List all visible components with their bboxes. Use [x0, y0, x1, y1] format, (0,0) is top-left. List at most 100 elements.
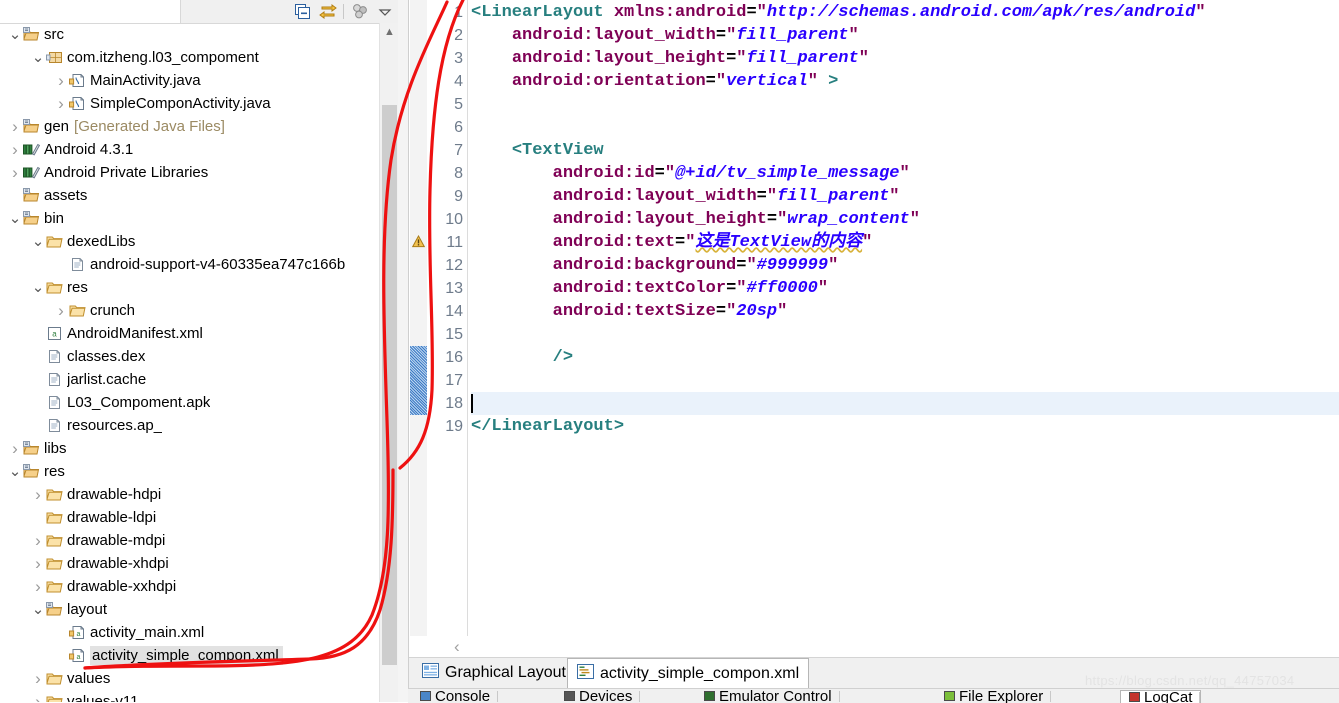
bottom-view-tab-devices[interactable]: Devices	[556, 689, 641, 703]
chevron-right-icon[interactable]: ›	[54, 69, 68, 92]
chevron-right-icon[interactable]: ›	[8, 437, 22, 460]
chevron-down-icon[interactable]: ⌄	[31, 50, 45, 65]
tree-item[interactable]: › Android Private Libraries	[0, 161, 378, 184]
chevron-right-icon[interactable]: ›	[54, 299, 68, 322]
code-token-val: http://schemas.android.com/apk/res/andro…	[766, 3, 1196, 22]
tree-item[interactable]: assets	[0, 184, 378, 207]
code-token-val: #999999	[756, 256, 829, 275]
chevron-down-icon[interactable]: ⌄	[8, 27, 22, 42]
folder-icon	[45, 280, 64, 295]
source-code-text[interactable]: <LinearLayout xmlns:android="http://sche…	[471, 0, 1339, 636]
tree-item[interactable]: › values	[0, 667, 378, 690]
code-line[interactable]: android:orientation="vertical" >	[471, 70, 838, 93]
tree-item[interactable]: › drawable-xxhdpi	[0, 575, 378, 598]
code-line[interactable]: android:layout_width="fill_parent"	[471, 185, 900, 208]
tree-item-label: assets	[44, 187, 88, 204]
bottom-view-tab-logcat[interactable]: LogCat	[1120, 689, 1202, 703]
tree-item-label: src	[44, 26, 64, 43]
code-line[interactable]: android:layout_width="fill_parent"	[471, 24, 859, 47]
tree-item[interactable]: a AndroidManifest.xml	[0, 322, 378, 345]
tree-item[interactable]: L03_Compoment.apk	[0, 391, 378, 414]
tree-item[interactable]: ⌄ res	[0, 276, 378, 299]
tree-item[interactable]: › values-v11	[0, 690, 378, 702]
tab-label: Graphical Layout	[445, 663, 566, 681]
folder-icon	[45, 234, 64, 249]
link-with-editor-icon[interactable]	[318, 2, 337, 21]
chevron-down-icon[interactable]: ⌄	[8, 211, 22, 226]
tree-item[interactable]: › libs	[0, 437, 378, 460]
code-line[interactable]	[471, 392, 1339, 415]
code-line[interactable]: />	[471, 346, 573, 369]
code-area[interactable]: 1 2 3 4 5 6 7 8 9 10 11 12 13 14 15 16 17 18 19 <LinearLay…	[409, 0, 1339, 636]
chevron-right-icon[interactable]: ›	[31, 690, 45, 702]
file-icon	[45, 372, 64, 387]
chevron-down-icon[interactable]: ⌄	[8, 464, 22, 479]
scroll-left-chevron-icon[interactable]: ‹	[454, 638, 460, 655]
tree-item[interactable]: ⌄ dexedLibs	[0, 230, 378, 253]
scrollbar-thumb[interactable]	[382, 105, 397, 665]
code-token-val: wrap_content	[787, 210, 910, 229]
chevron-right-icon[interactable]: ›	[31, 667, 45, 690]
code-line[interactable]: android:background="#999999"	[471, 254, 839, 277]
tree-item[interactable]: jarlist.cache	[0, 368, 378, 391]
tree-item[interactable]: a activity_main.xml	[0, 621, 378, 644]
code-token-qt: "	[848, 26, 859, 45]
tree-item[interactable]: ⌄ layout	[0, 598, 378, 621]
scroll-up-arrow-icon[interactable]: ▲	[380, 23, 399, 41]
chevron-right-icon[interactable]: ›	[31, 552, 45, 575]
tree-item[interactable]: ⌄ res	[0, 460, 378, 483]
bottom-view-tab-emulator-control[interactable]: Emulator Control	[696, 689, 840, 703]
tree-item[interactable]: › MainActivity.java	[0, 69, 378, 92]
collapse-all-icon[interactable]	[293, 2, 312, 21]
view-menu-icon[interactable]	[375, 2, 394, 21]
chevron-right-icon[interactable]: ›	[31, 483, 45, 506]
tab-graphical-layout[interactable]: Graphical Layout	[413, 658, 575, 687]
code-token-val: fill_parent	[746, 49, 859, 68]
explorer-vertical-scrollbar[interactable]: ▲	[379, 23, 399, 702]
folder-res-icon	[22, 211, 41, 226]
project-tree[interactable]: ⌄ src ⌄ com.itzheng.l03_compoment › MainActiv…	[0, 23, 378, 702]
view-filter-icon[interactable]	[350, 2, 369, 21]
tree-item[interactable]: › gen [Generated Java Files]	[0, 115, 378, 138]
code-line[interactable]: <TextView	[471, 139, 604, 162]
chevron-right-icon[interactable]: ›	[8, 161, 22, 184]
code-line[interactable]: </LinearLayout>	[471, 415, 624, 438]
chevron-down-icon[interactable]: ⌄	[31, 602, 45, 617]
chevron-right-icon[interactable]: ›	[54, 92, 68, 115]
line-number: 15	[445, 326, 463, 343]
tree-item[interactable]: ⌄ src	[0, 23, 378, 46]
code-line[interactable]: android:textSize="20sp"	[471, 300, 788, 323]
bottom-view-tab-file-explorer[interactable]: File Explorer	[936, 689, 1052, 703]
tree-item[interactable]: › drawable-mdpi	[0, 529, 378, 552]
tree-item[interactable]: › crunch	[0, 299, 378, 322]
tree-item[interactable]: ⌄ com.itzheng.l03_compoment	[0, 46, 378, 69]
tree-item[interactable]: drawable-ldpi	[0, 506, 378, 529]
tree-item[interactable]: › SimpleComponActivity.java	[0, 92, 378, 115]
tree-item-selected[interactable]: a activity_simple_compon.xml	[0, 644, 378, 667]
code-line[interactable]: android:textColor="#ff0000"	[471, 277, 828, 300]
chevron-right-icon[interactable]: ›	[31, 529, 45, 552]
bottom-view-tab-console[interactable]: Console	[412, 689, 499, 703]
bottom-view-tab-bar[interactable]: Console Devices Emulator Control File Explo…	[408, 688, 1339, 703]
panel-splitter[interactable]	[398, 0, 408, 702]
tree-item[interactable]: › drawable-hdpi	[0, 483, 378, 506]
tab-activity-simple-compon-xml[interactable]: activity_simple_compon.xml	[567, 658, 810, 688]
tree-item[interactable]: ⌄ bin	[0, 207, 378, 230]
code-line[interactable]: <LinearLayout xmlns:android="http://sche…	[471, 1, 1206, 24]
chevron-right-icon[interactable]: ›	[31, 575, 45, 598]
tree-item[interactable]: classes.dex	[0, 345, 378, 368]
chevron-right-icon[interactable]: ›	[8, 138, 22, 161]
tree-item[interactable]: › Android 4.3.1	[0, 138, 378, 161]
code-line[interactable]: android:layout_height="wrap_content"	[471, 208, 920, 231]
chevron-right-icon[interactable]: ›	[8, 115, 22, 138]
code-line[interactable]: android:layout_height="fill_parent"	[471, 47, 869, 70]
code-line[interactable]: android:text="这是TextView的内容"	[471, 231, 873, 254]
text-caret	[471, 394, 473, 413]
code-line[interactable]: android:id="@+id/tv_simple_message"	[471, 162, 910, 185]
chevron-down-icon[interactable]: ⌄	[31, 234, 45, 249]
chevron-down-icon[interactable]: ⌄	[31, 280, 45, 295]
tree-item[interactable]: › drawable-xhdpi	[0, 552, 378, 575]
folder-res-icon	[22, 464, 41, 479]
tree-item[interactable]: android-support-v4-60335ea747c166b	[0, 253, 378, 276]
tree-item[interactable]: resources.ap_	[0, 414, 378, 437]
